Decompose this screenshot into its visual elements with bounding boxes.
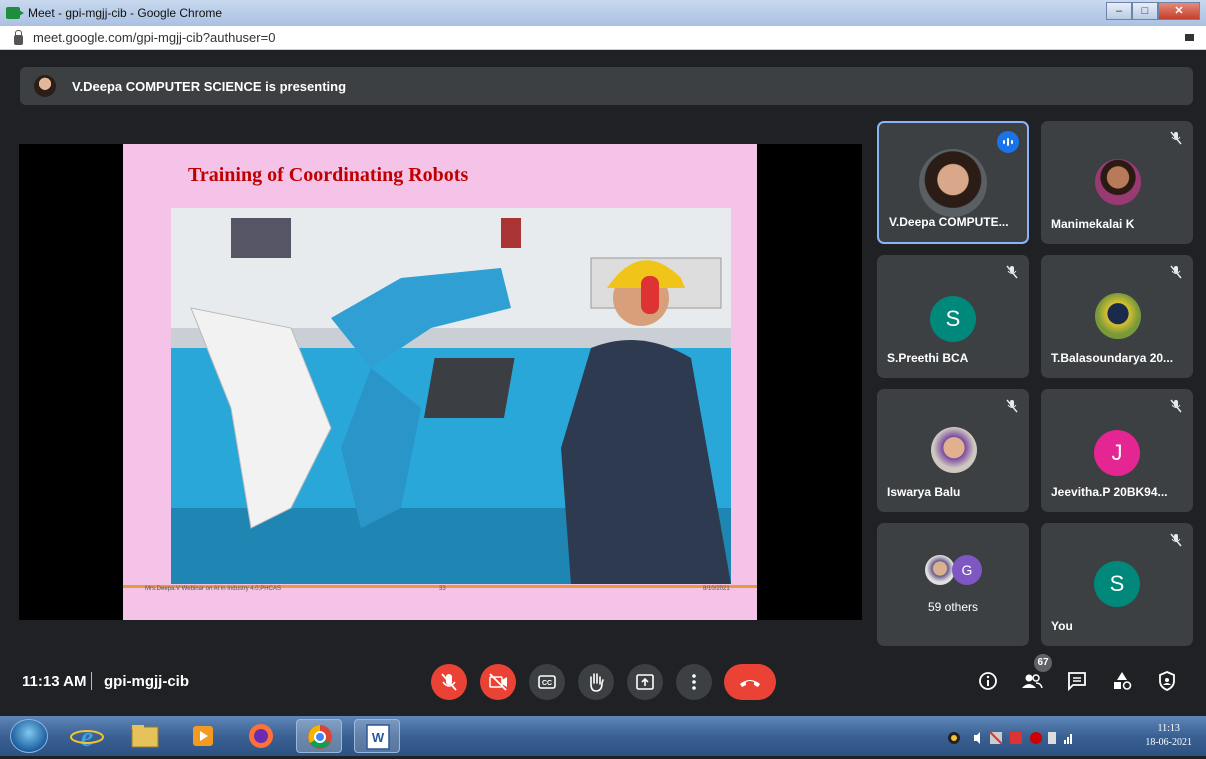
- info-icon[interactable]: [977, 670, 999, 692]
- participant-avatar: [931, 427, 977, 473]
- participant-avatar: [1095, 159, 1141, 205]
- participant-name: T.Balasoundarya 20...: [1051, 351, 1174, 365]
- captions-icon: CC: [538, 675, 556, 689]
- present-icon: [636, 674, 654, 690]
- self-avatar-letter: S: [1094, 561, 1140, 607]
- participant-tile[interactable]: T.Balasoundarya 20...: [1041, 255, 1193, 378]
- others-avatar-photo: [925, 555, 955, 585]
- mic-off-icon: [441, 673, 457, 691]
- slide-title: Training of Coordinating Robots: [188, 164, 469, 186]
- system-tray: 11:13 18-06-2021: [946, 716, 1206, 756]
- system-clock[interactable]: 11:13 18-06-2021: [1145, 722, 1192, 750]
- participant-avatar-letter: S: [930, 296, 976, 342]
- meet-favicon-icon: [6, 7, 24, 19]
- participant-name: S.Preethi BCA: [887, 351, 969, 365]
- participant-tile[interactable]: V.Deepa COMPUTE...: [877, 121, 1029, 244]
- media-player-icon[interactable]: [180, 719, 226, 753]
- participant-tile[interactable]: J Jeevitha.P 20BK94...: [1041, 389, 1193, 512]
- raise-hand-icon: [590, 673, 604, 692]
- end-call-button[interactable]: [724, 664, 776, 700]
- participant-name: Manimekalai K: [1051, 217, 1135, 231]
- maximize-button[interactable]: □: [1132, 2, 1158, 20]
- mic-muted-icon: [1006, 399, 1018, 413]
- presenter-avatar: [34, 75, 56, 97]
- participant-tile[interactable]: Manimekalai K: [1041, 121, 1193, 244]
- slide-footer-page: 33: [439, 586, 446, 592]
- captions-button[interactable]: CC: [529, 664, 565, 700]
- activities-icon[interactable]: [1111, 670, 1133, 692]
- window-controls: – □ ✕: [1106, 2, 1200, 20]
- slide: Training of Coordinating Robots Mrs.Deep…: [123, 144, 757, 620]
- participant-tile[interactable]: S S.Preethi BCA: [877, 255, 1029, 378]
- others-avatar-letter: G: [952, 555, 982, 585]
- lock-icon: [14, 29, 23, 45]
- more-options-icon: [692, 674, 696, 690]
- participant-name: V.Deepa COMPUTE...: [889, 215, 1009, 229]
- participant-tile[interactable]: Iswarya Balu: [877, 389, 1029, 512]
- mic-muted-icon: [1170, 265, 1182, 279]
- slide-photo-robots: [171, 208, 731, 584]
- camera-off-icon: [489, 673, 507, 691]
- meeting-code: gpi-mgjj-cib: [104, 673, 189, 690]
- self-tile[interactable]: S You: [1041, 523, 1193, 646]
- file-explorer-icon[interactable]: [122, 719, 168, 753]
- minimize-button[interactable]: –: [1106, 2, 1132, 20]
- slide-footer-left: Mrs.Deepa.V Webinar on AI in Industry 4.…: [145, 586, 281, 592]
- presenting-text: V.Deepa COMPUTER SCIENCE is presenting: [72, 78, 347, 94]
- present-button[interactable]: [627, 664, 663, 700]
- toolbar-separator: [91, 672, 92, 690]
- host-controls-icon[interactable]: [1156, 670, 1178, 692]
- others-tile[interactable]: G 59 others: [877, 523, 1029, 646]
- mic-muted-icon: [1170, 533, 1182, 547]
- url-text[interactable]: meet.google.com/gpi-mgjj-cib?authuser=0: [33, 30, 275, 45]
- end-call-icon: [740, 680, 760, 687]
- meet-area: V.Deepa COMPUTER SCIENCE is presenting T…: [0, 50, 1206, 716]
- mic-toggle-button[interactable]: [431, 664, 467, 700]
- slide-footer-date: 8/10/2021: [703, 586, 730, 592]
- clock-time: 11:13: [1157, 723, 1180, 734]
- camera-toggle-button[interactable]: [480, 664, 516, 700]
- mic-muted-icon: [1170, 131, 1182, 145]
- camera-in-use-icon[interactable]: [1185, 34, 1194, 41]
- people-icon[interactable]: [1021, 670, 1043, 692]
- raise-hand-button[interactable]: [578, 664, 614, 700]
- presentation-stage[interactable]: Training of Coordinating Robots Mrs.Deep…: [19, 144, 862, 620]
- presenting-banner: V.Deepa COMPUTER SCIENCE is presenting: [20, 67, 1193, 105]
- participant-avatar-letter: J: [1094, 430, 1140, 476]
- address-bar[interactable]: meet.google.com/gpi-mgjj-cib?authuser=0: [0, 26, 1206, 50]
- mic-muted-icon: [1170, 399, 1182, 413]
- close-button[interactable]: ✕: [1158, 2, 1200, 20]
- self-name: You: [1051, 619, 1073, 633]
- clock-date: 18-06-2021: [1145, 737, 1192, 748]
- chat-icon[interactable]: [1066, 670, 1088, 692]
- word-icon[interactable]: W: [354, 719, 400, 753]
- participant-avatar: [919, 149, 987, 217]
- participant-avatar: [1095, 293, 1141, 339]
- start-button[interactable]: [10, 719, 48, 753]
- speaking-indicator-icon: [997, 131, 1019, 153]
- chrome-icon[interactable]: [296, 719, 342, 753]
- window-titlebar: Meet - gpi-mgjj-cib - Google Chrome – □ …: [0, 0, 1206, 26]
- participant-name: Jeevitha.P 20BK94...: [1051, 485, 1168, 499]
- svg-text:CC: CC: [542, 680, 552, 687]
- firefox-icon[interactable]: [238, 719, 284, 753]
- meeting-time: 11:13 AM: [22, 673, 87, 690]
- window-title: Meet - gpi-mgjj-cib - Google Chrome: [28, 6, 223, 20]
- windows-taskbar: e W 11:13 18-06-2021: [0, 716, 1206, 756]
- svg-text:e: e: [81, 722, 93, 753]
- more-options-button[interactable]: [676, 664, 712, 700]
- internet-explorer-icon[interactable]: e: [64, 719, 110, 753]
- svg-text:W: W: [372, 730, 385, 745]
- participant-name: Iswarya Balu: [887, 485, 961, 499]
- others-count: 59 others: [927, 600, 979, 614]
- mic-muted-icon: [1006, 265, 1018, 279]
